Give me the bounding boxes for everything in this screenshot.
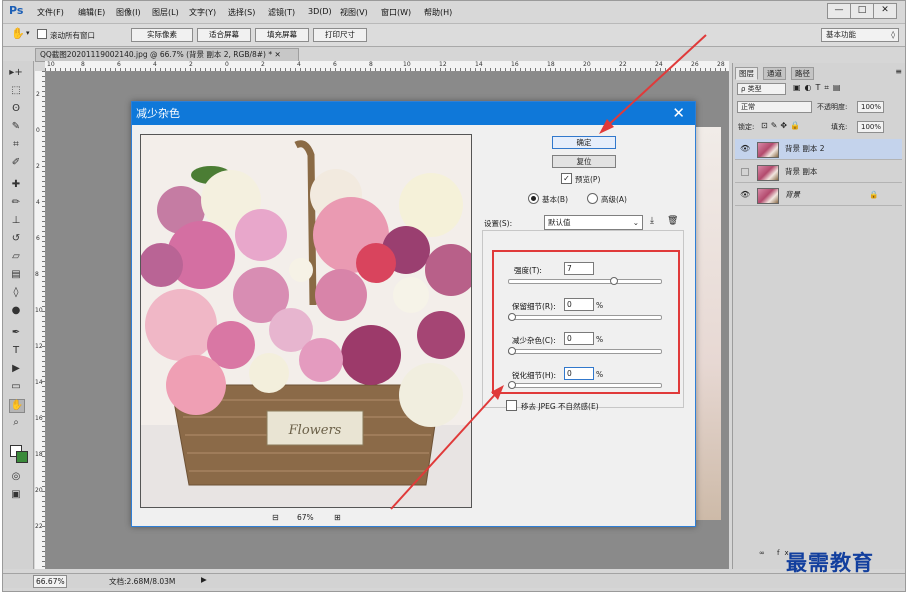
annotation-arrows: [390, 34, 707, 510]
photoshop-window: Ps 文件(F) 编辑(E) 图像(I) 图层(L) 文字(Y) 选择(S) 滤…: [2, 0, 906, 592]
watermark-text: 最需教育: [786, 550, 874, 575]
